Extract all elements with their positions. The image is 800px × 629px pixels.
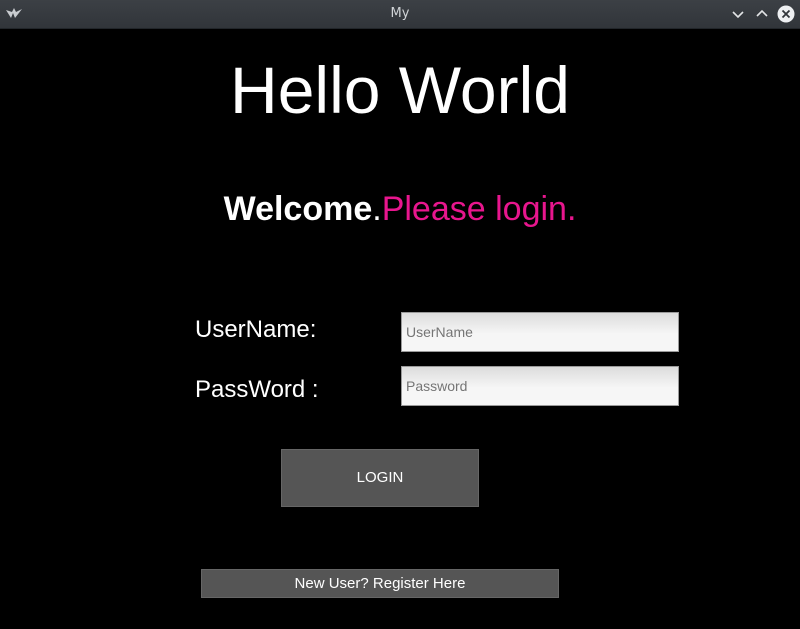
minimize-icon[interactable] <box>729 5 747 23</box>
page-title: Hello World <box>230 53 570 127</box>
username-input[interactable] <box>401 312 679 352</box>
login-prompt: Please login. <box>381 190 577 228</box>
username-label: UserName: <box>195 316 317 343</box>
window-title: My <box>390 6 410 21</box>
login-button[interactable]: LOGIN <box>281 449 479 507</box>
welcome-message: Welcome.Please login. <box>0 188 800 230</box>
maximize-icon[interactable] <box>753 5 771 23</box>
register-button[interactable]: New User? Register Here <box>201 569 559 598</box>
app-window: My Hello World Welcome.Please login. Use… <box>0 0 800 629</box>
welcome-text: Welcome <box>223 190 373 228</box>
close-icon[interactable] <box>777 5 795 23</box>
password-label: PassWord : <box>195 376 319 403</box>
title-bar[interactable]: My <box>0 0 800 29</box>
password-input[interactable] <box>401 366 679 406</box>
welcome-dot: . <box>372 190 382 228</box>
